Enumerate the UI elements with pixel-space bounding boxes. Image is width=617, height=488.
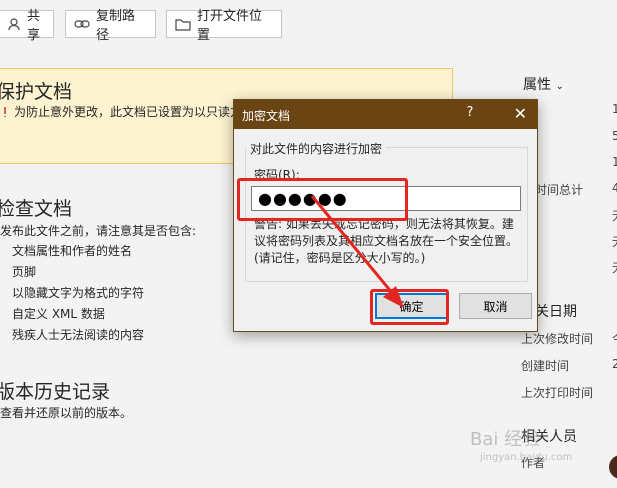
- watermark-sub: jingyan.baidu.com: [480, 452, 573, 463]
- annotation-arrow: [310, 195, 404, 308]
- watermark: Bai 经验: [470, 429, 541, 450]
